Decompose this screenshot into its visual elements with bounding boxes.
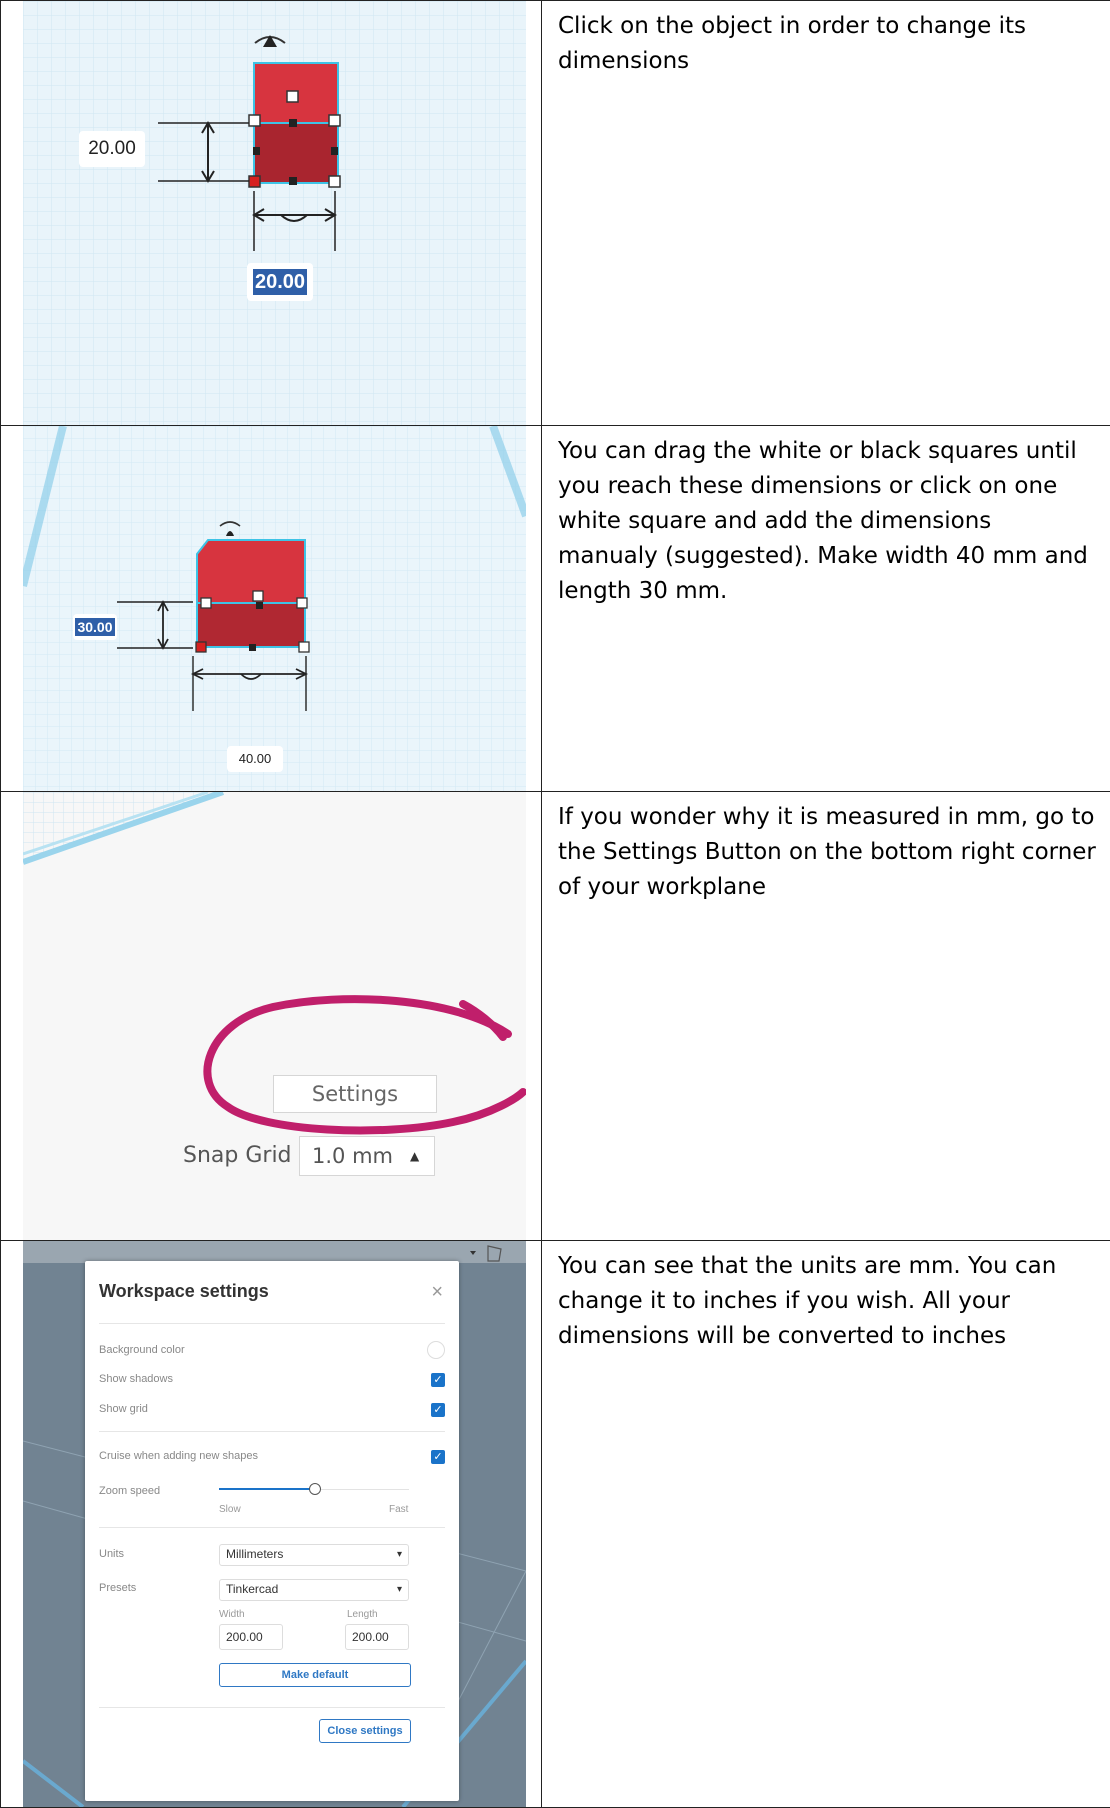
red-handle [196, 642, 206, 652]
units-value: Millimeters [226, 1547, 283, 1561]
step-row-2: 30.00 40.00 You can drag the white or bl… [1, 426, 1110, 792]
background-color-swatch[interactable] [427, 1341, 445, 1359]
dialog-title: Workspace settings [99, 1281, 269, 1302]
screenshot-dimensions-20: 20.00 20.00 [23, 1, 526, 425]
length-label: Length [347, 1609, 378, 1620]
step-1-instruction: Click on the object in order to change i… [542, 1, 1110, 79]
zoom-fast-label: Fast [389, 1504, 408, 1515]
workplane-illustration [23, 426, 526, 791]
width-dimension-label[interactable]: 40.00 [227, 746, 283, 772]
zoom-slow-label: Slow [219, 1504, 241, 1515]
step-2-image-cell: 30.00 40.00 [1, 426, 542, 792]
white-handle [329, 115, 340, 126]
height-dimension-label[interactable]: 20.00 [79, 131, 145, 167]
white-handle [287, 91, 298, 102]
step-3-instruction: If you wonder why it is measured in mm, … [542, 792, 1110, 905]
box-top-face [197, 540, 305, 603]
show-grid-checkbox[interactable]: ✓ [431, 1403, 445, 1417]
screenshot-settings-button: Settings Snap Grid 1.0 mm ▲ [23, 792, 526, 1240]
make-default-button[interactable]: Make default [219, 1663, 411, 1687]
caret-up-icon: ▲ [410, 1143, 419, 1169]
step-row-3: Settings Snap Grid 1.0 mm ▲ If you wonde… [1, 792, 1110, 1241]
step-2-text-cell: You can drag the white or black squares … [542, 426, 1110, 792]
presets-select[interactable]: Tinkercad ▾ [219, 1579, 409, 1601]
workspace-settings-dialog: Workspace settings × Background color Sh… [85, 1261, 459, 1801]
screenshot-dimensions-40x30: 30.00 40.00 [23, 426, 526, 791]
zoom-speed-slider-handle[interactable] [309, 1483, 321, 1495]
zoom-speed-fill [219, 1488, 314, 1490]
instruction-table: 20.00 20.00 Click on the object in order… [0, 0, 1110, 1808]
workplane-illustration [23, 1, 526, 425]
chevron-down-icon: ▾ [397, 1581, 402, 1599]
width-label: Width [219, 1609, 245, 1620]
close-icon[interactable]: × [431, 1281, 443, 1304]
black-handle [256, 602, 263, 609]
step-row-1: 20.00 20.00 Click on the object in order… [1, 1, 1110, 426]
snap-grid-value: 1.0 mm [312, 1139, 393, 1173]
step-2-instruction: You can drag the white or black squares … [542, 426, 1110, 609]
step-3-text-cell: If you wonder why it is measured in mm, … [542, 792, 1110, 1241]
red-handle [249, 176, 260, 187]
presets-label: Presets [99, 1582, 136, 1594]
background-color-label: Background color [99, 1344, 185, 1356]
selected-width-text: 20.00 [253, 269, 307, 295]
snap-grid-select[interactable]: 1.0 mm ▲ [299, 1136, 435, 1176]
width-dimension-label[interactable]: 20.00 [247, 263, 313, 301]
screenshot-workspace-settings: Workspace settings × Background color Sh… [23, 1241, 526, 1807]
chevron-down-icon: ▾ [397, 1546, 402, 1564]
box-front-face [254, 123, 338, 183]
units-label: Units [99, 1548, 124, 1560]
length-input[interactable]: 200.00 [345, 1624, 409, 1650]
step-4-image-cell: Workspace settings × Background color Sh… [1, 1241, 542, 1808]
height-dimension-label[interactable]: 30.00 [73, 614, 117, 640]
black-handle [289, 177, 297, 185]
cruise-label: Cruise when adding new shapes [99, 1450, 258, 1462]
show-shadows-label: Show shadows [99, 1373, 173, 1385]
cruise-checkbox[interactable]: ✓ [431, 1450, 445, 1464]
snap-grid-label: Snap Grid [183, 1138, 292, 1174]
step-1-text-cell: Click on the object in order to change i… [542, 1, 1110, 426]
white-handle [299, 642, 309, 652]
step-4-instruction: You can see that the units are mm. You c… [542, 1241, 1110, 1354]
white-handle [253, 591, 263, 601]
step-1-image-cell: 20.00 20.00 [1, 1, 542, 426]
white-handle [249, 115, 260, 126]
presets-value: Tinkercad [226, 1582, 278, 1596]
show-grid-label: Show grid [99, 1403, 148, 1415]
white-handle [329, 176, 340, 187]
close-settings-button[interactable]: Close settings [319, 1719, 411, 1743]
selected-height-text: 30.00 [75, 618, 114, 636]
white-handle [297, 598, 307, 608]
show-shadows-checkbox[interactable]: ✓ [431, 1373, 445, 1387]
black-handle [289, 119, 297, 127]
units-select[interactable]: Millimeters ▾ [219, 1544, 409, 1566]
zoom-speed-label: Zoom speed [99, 1485, 160, 1497]
settings-button[interactable]: Settings [273, 1075, 437, 1113]
black-handle [249, 644, 256, 651]
white-handle [201, 598, 211, 608]
box-front-face [197, 603, 305, 647]
step-4-text-cell: You can see that the units are mm. You c… [542, 1241, 1110, 1808]
step-row-4: Workspace settings × Background color Sh… [1, 1241, 1110, 1808]
step-3-image-cell: Settings Snap Grid 1.0 mm ▲ [1, 792, 542, 1241]
width-input[interactable]: 200.00 [219, 1624, 283, 1650]
